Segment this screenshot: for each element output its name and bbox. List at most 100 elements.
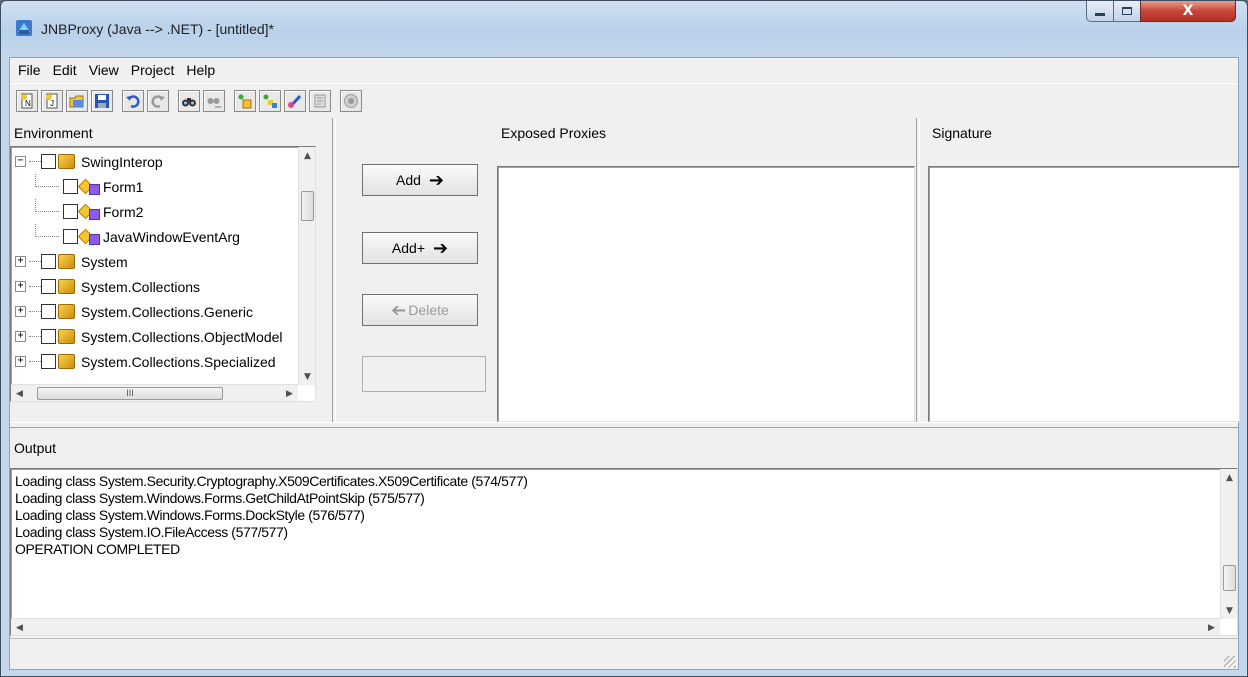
minimize-icon (1095, 12, 1105, 16)
edit-icon (288, 94, 302, 108)
environment-tree[interactable]: − SwingInterop Form1 Form2 JavaWindowEventAr… (10, 146, 316, 402)
resize-grip-icon[interactable] (1224, 656, 1236, 668)
exposed-proxies-list[interactable] (497, 166, 915, 422)
delete-button[interactable]: ➔ Delete (362, 294, 478, 326)
output-scroll-thumb[interactable] (1223, 565, 1236, 591)
document-button[interactable] (309, 89, 331, 112)
tree-item-checkbox[interactable] (41, 254, 56, 269)
tree-horizontal-scrollbar[interactable]: ◀ III ▶ (11, 384, 298, 401)
tree-item-checkbox[interactable] (41, 304, 56, 319)
output-vertical-scrollbar[interactable]: ▲ ▼ (1220, 469, 1237, 619)
window-title: JNBProxy (Java --> .NET) - [untitled]* (41, 21, 275, 37)
edit-button[interactable] (284, 89, 306, 112)
minimize-button[interactable] (1086, 1, 1114, 22)
menu-file[interactable]: File (12, 62, 47, 78)
tree-item-label: System (81, 253, 128, 270)
save-icon (95, 93, 109, 108)
save-button[interactable] (91, 89, 113, 112)
build-icon (344, 93, 358, 108)
add-classes-icon (263, 94, 277, 108)
find-icon (182, 97, 196, 106)
scroll-right-icon[interactable]: ▶ (1203, 619, 1220, 636)
output-text: Loading class System.Security.Cryptograp… (15, 473, 528, 558)
signature-panel[interactable] (928, 166, 1240, 422)
tree-scroll-thumb[interactable] (301, 191, 314, 221)
add-plus-button[interactable]: Add+ ➔ (362, 232, 478, 264)
namespace-icon (58, 329, 75, 344)
namespace-icon (58, 154, 75, 169)
expand-icon[interactable]: + (15, 281, 26, 292)
title-bar[interactable]: JNBProxy (Java --> .NET) - [untitled]* X (1, 1, 1247, 57)
expand-icon[interactable]: + (15, 356, 26, 367)
redo-button[interactable] (147, 89, 169, 112)
scroll-up-icon[interactable]: ▲ (1221, 469, 1238, 486)
arrow-right-icon: ➔ (433, 237, 449, 259)
tree-item-checkbox[interactable] (41, 329, 56, 344)
splitter-horizontal[interactable] (10, 422, 1238, 428)
add-classpath-icon (238, 94, 252, 108)
maximize-button[interactable] (1113, 1, 1141, 22)
menu-edit[interactable]: Edit (47, 62, 83, 78)
new-button[interactable]: J (41, 89, 63, 112)
add-button[interactable]: Add ➔ (362, 164, 478, 196)
tree-item-checkbox[interactable] (63, 179, 78, 194)
splitter-left[interactable] (332, 118, 336, 422)
tree-item[interactable]: JavaWindowEventArg (15, 224, 295, 249)
output-header: Output (14, 440, 57, 456)
menu-project[interactable]: Project (125, 62, 181, 78)
tree-vertical-scrollbar[interactable]: ▲ ▼ (298, 147, 315, 385)
tree-item-checkbox[interactable] (41, 354, 56, 369)
expand-icon[interactable]: + (15, 331, 26, 342)
tree-item-checkbox[interactable] (63, 229, 78, 244)
expand-icon[interactable]: + (15, 256, 26, 267)
tree-item-checkbox[interactable] (41, 279, 56, 294)
open-button[interactable] (66, 89, 88, 112)
tree-item-label: JavaWindowEventArg (103, 228, 240, 245)
add-classes-button[interactable] (259, 89, 281, 112)
find-next-button[interactable] (203, 89, 225, 112)
output-line: OPERATION COMPLETED (15, 541, 180, 557)
scroll-left-icon[interactable]: ◀ (11, 619, 28, 636)
class-icon (80, 179, 100, 195)
menu-view[interactable]: View (83, 62, 125, 78)
menu-help[interactable]: Help (180, 62, 221, 78)
namespace-icon (58, 354, 75, 369)
tree-item-checkbox[interactable] (41, 154, 56, 169)
tree-item[interactable]: Form2 (15, 199, 295, 224)
tree-item[interactable]: + System (15, 249, 295, 274)
signature-header: Signature (932, 125, 992, 141)
tree-item-label: SwingInterop (81, 153, 163, 170)
progress-box (362, 356, 486, 392)
output-line: Loading class System.Windows.Forms.GetCh… (15, 490, 425, 506)
tree-item[interactable]: Form1 (15, 174, 295, 199)
output-line: Loading class System.Security.Cryptograp… (15, 473, 528, 489)
tree-hscroll-thumb[interactable]: III (37, 387, 223, 400)
delete-label: Delete (408, 302, 449, 318)
close-icon: X (1182, 3, 1194, 19)
tree-item[interactable]: + System.Collections.Generic (15, 299, 295, 324)
tree-item[interactable]: + System.Collections (15, 274, 295, 299)
add-classpath-button[interactable] (234, 89, 256, 112)
scroll-up-icon[interactable]: ▲ (299, 147, 315, 164)
expand-icon[interactable]: + (15, 306, 26, 317)
scroll-down-icon[interactable]: ▼ (299, 368, 315, 385)
output-horizontal-scrollbar[interactable]: ◀ ▶ (11, 618, 1220, 635)
collapse-icon[interactable]: − (15, 156, 26, 167)
scroll-down-icon[interactable]: ▼ (1221, 602, 1238, 619)
scroll-right-icon[interactable]: ▶ (281, 385, 298, 401)
output-log[interactable]: Loading class System.Security.Cryptograp… (10, 468, 1238, 636)
splitter-right[interactable] (916, 118, 920, 422)
tree-item[interactable]: + System.Collections.Specialized (15, 349, 295, 374)
tree-item-label: Form2 (103, 203, 144, 220)
find-next-icon (207, 97, 221, 108)
build-button[interactable] (340, 89, 362, 112)
undo-button[interactable] (122, 89, 144, 112)
tree-item[interactable]: + System.Collections.ObjectModel (15, 324, 295, 349)
tree-item-checkbox[interactable] (63, 204, 78, 219)
new-project-button[interactable]: N (16, 89, 38, 112)
scroll-left-icon[interactable]: ◀ (11, 385, 28, 401)
find-button[interactable] (178, 89, 200, 112)
tree-item[interactable]: − SwingInterop (15, 149, 295, 174)
output-line: Loading class System.IO.FileAccess (577/… (15, 524, 288, 540)
close-button[interactable]: X (1140, 1, 1236, 22)
